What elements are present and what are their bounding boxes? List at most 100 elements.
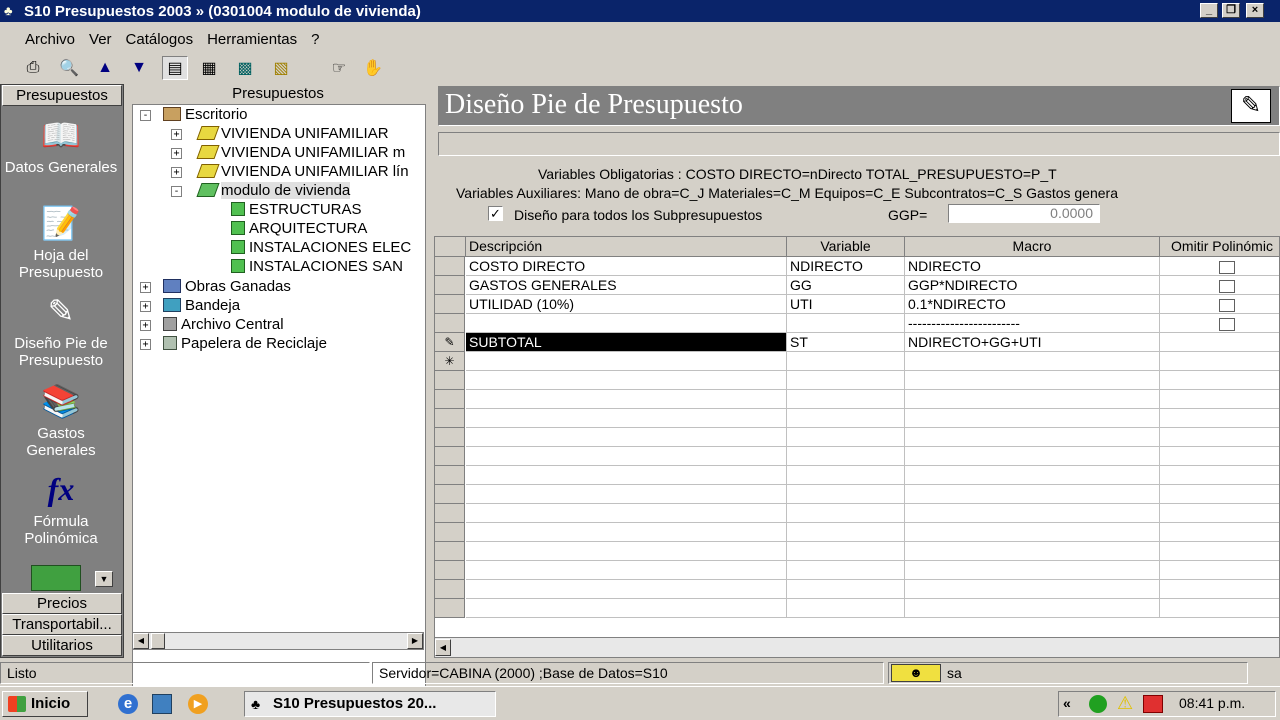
grid-cell-var[interactable]: NDIRECTO <box>787 257 905 276</box>
tree-node-obras-ganadas[interactable]: Obras Ganadas <box>163 277 291 296</box>
menu-ver[interactable]: Ver <box>89 31 112 48</box>
grid-cell-desc[interactable] <box>466 390 787 409</box>
nav-item-gastos-generales[interactable]: 📚 Gastos Generales <box>3 381 119 459</box>
grid-cell-var[interactable] <box>787 561 905 580</box>
row-selector[interactable] <box>435 599 465 618</box>
grid-cell-var[interactable] <box>787 428 905 447</box>
grid-cell-macro[interactable]: NDIRECTO+GG+UTI <box>905 333 1160 352</box>
grid-cell-var[interactable] <box>787 580 905 599</box>
row-selector[interactable] <box>435 409 465 428</box>
nav-item-formula-polinomica[interactable]: fx Fórmula Polinómica <box>3 469 119 547</box>
grid-cell-desc[interactable]: COSTO DIRECTO <box>466 257 787 276</box>
grid-cell-var[interactable] <box>787 409 905 428</box>
grid-cell-macro[interactable] <box>905 352 1160 371</box>
nav-header-transportabilidad[interactable]: Transportabil... <box>2 614 122 635</box>
tree-node-vivienda-3[interactable]: VIVIENDA UNIFAMILIAR lín <box>196 162 409 181</box>
minimize-button[interactable]: _ <box>1200 3 1218 18</box>
formula-grid[interactable]: Descripción Variable Macro Omitir Polinó… <box>434 236 1280 658</box>
grid-cell-desc[interactable] <box>466 485 787 504</box>
row-selector[interactable]: ✎ <box>435 333 465 352</box>
restore-button[interactable]: ❐ <box>1222 3 1240 18</box>
grid-cell-var[interactable] <box>787 447 905 466</box>
row-selector[interactable] <box>435 580 465 599</box>
internet-explorer-icon[interactable]: e <box>118 694 138 714</box>
grid-cell-desc[interactable] <box>466 580 787 599</box>
grid-cell-macro[interactable] <box>905 371 1160 390</box>
note-icon[interactable]: ▧ <box>268 56 294 80</box>
nav-header-presupuestos[interactable]: Presupuestos <box>2 85 122 106</box>
column-header-variable[interactable]: Variable <box>787 237 905 257</box>
grid-cell-macro[interactable]: 0.1*NDIRECTO <box>905 295 1160 314</box>
start-button[interactable]: Inicio <box>2 691 88 717</box>
tree-node-arquitectura[interactable]: ARQUITECTURA <box>231 219 367 238</box>
nav-header-utilitarios[interactable]: Utilitarios <box>2 635 122 656</box>
row-selector[interactable] <box>435 390 465 409</box>
grid-cell-desc[interactable]: SUBTOTAL <box>466 333 787 352</box>
grid-cell-var[interactable] <box>787 352 905 371</box>
grid-cell-desc[interactable] <box>466 542 787 561</box>
scroll-left-button[interactable]: ◀ <box>133 633 149 649</box>
grid-cell-var[interactable] <box>787 466 905 485</box>
grid-cell-var[interactable]: GG <box>787 276 905 295</box>
grid-cell-macro[interactable] <box>905 485 1160 504</box>
row-selector[interactable] <box>435 428 465 447</box>
column-header-omitir[interactable]: Omitir Polinómic <box>1160 237 1279 257</box>
grid-cell-macro[interactable] <box>905 542 1160 561</box>
grid-cell-desc[interactable] <box>466 504 787 523</box>
tree-node-bandeja[interactable]: Bandeja <box>163 296 240 315</box>
tree-view[interactable]: - Escritorio + VIVIENDA UNIFAMILIAR + VI… <box>132 104 426 716</box>
nav-item-datos-generales[interactable]: 📖 Datos Generales <box>3 115 119 176</box>
collapse-toggle[interactable]: - <box>171 186 182 197</box>
row-selector[interactable] <box>435 523 465 542</box>
up-arrow-icon[interactable]: ▲ <box>92 56 118 80</box>
grid-cell-macro[interactable] <box>905 466 1160 485</box>
money-icon[interactable] <box>31 565 81 591</box>
scroll-right-button[interactable]: ▶ <box>407 633 423 649</box>
grid-scroll-left[interactable]: ◀ <box>435 639 451 656</box>
expand-toggle[interactable]: + <box>140 339 151 350</box>
app-icon[interactable]: ♣ <box>4 3 20 19</box>
nav-item-hoja-presupuesto[interactable]: 📝 Hoja del Presupuesto <box>3 203 119 281</box>
row-selector[interactable] <box>435 504 465 523</box>
tree-node-vivienda-1[interactable]: VIVIENDA UNIFAMILIAR <box>196 124 389 143</box>
task-s10-presupuestos[interactable]: ♣ S10 Presupuestos 20... <box>244 691 496 717</box>
expand-toggle[interactable]: + <box>171 167 182 178</box>
grid-cell-desc[interactable] <box>466 314 787 333</box>
row-selector[interactable]: ✳ <box>435 352 465 371</box>
expand-toggle[interactable]: + <box>171 148 182 159</box>
omit-polynomial-checkbox[interactable] <box>1219 299 1235 312</box>
nav-item-diseno-pie[interactable]: ✎ Diseño Pie de Presupuesto <box>3 291 119 369</box>
outlook-express-icon[interactable] <box>152 694 172 714</box>
tray-expand-icon[interactable]: « <box>1063 695 1071 711</box>
grid-cell-var[interactable]: UTI <box>787 295 905 314</box>
expand-toggle[interactable]: + <box>140 282 151 293</box>
tree-node-escritorio[interactable]: Escritorio <box>163 105 248 124</box>
row-selector[interactable] <box>435 295 465 314</box>
tree-node-modulo-vivienda[interactable]: modulo de vivienda <box>196 181 351 200</box>
hand-grab-icon[interactable]: ✋ <box>360 56 386 80</box>
grid-cell-var[interactable] <box>787 504 905 523</box>
scroll-thumb[interactable] <box>151 633 165 649</box>
grid-cell-var[interactable] <box>787 523 905 542</box>
grid-cell-desc[interactable] <box>466 371 787 390</box>
omit-polynomial-checkbox[interactable] <box>1219 261 1235 274</box>
row-selector[interactable] <box>435 561 465 580</box>
properties-icon[interactable]: ▦ <box>196 56 222 80</box>
tree-node-vivienda-2[interactable]: VIVIENDA UNIFAMILIAR m <box>196 143 405 162</box>
tree-node-inst-san[interactable]: INSTALACIONES SAN <box>231 257 403 276</box>
grid-cell-desc[interactable] <box>466 599 787 618</box>
scroll-down-button[interactable]: ▼ <box>95 571 113 587</box>
tree-horizontal-scrollbar[interactable]: ◀ ▶ <box>132 632 424 650</box>
grid-cell-macro[interactable] <box>905 580 1160 599</box>
tree-node-archivo-central[interactable]: Archivo Central <box>163 315 284 334</box>
grid-vertical-scrollbar[interactable]: ◀ <box>435 637 1279 657</box>
close-button[interactable]: × <box>1246 3 1264 18</box>
menu-catalogos[interactable]: Catálogos <box>126 31 194 48</box>
expand-toggle[interactable]: + <box>171 129 182 140</box>
tray-warning-icon[interactable]: ⚠ <box>1117 694 1137 713</box>
collapse-toggle[interactable]: - <box>140 110 151 121</box>
grid-cell-macro[interactable]: NDIRECTO <box>905 257 1160 276</box>
grid-cell-macro[interactable] <box>905 561 1160 580</box>
row-selector[interactable] <box>435 257 465 276</box>
all-subbudgets-checkbox[interactable]: ✓ <box>488 206 503 221</box>
